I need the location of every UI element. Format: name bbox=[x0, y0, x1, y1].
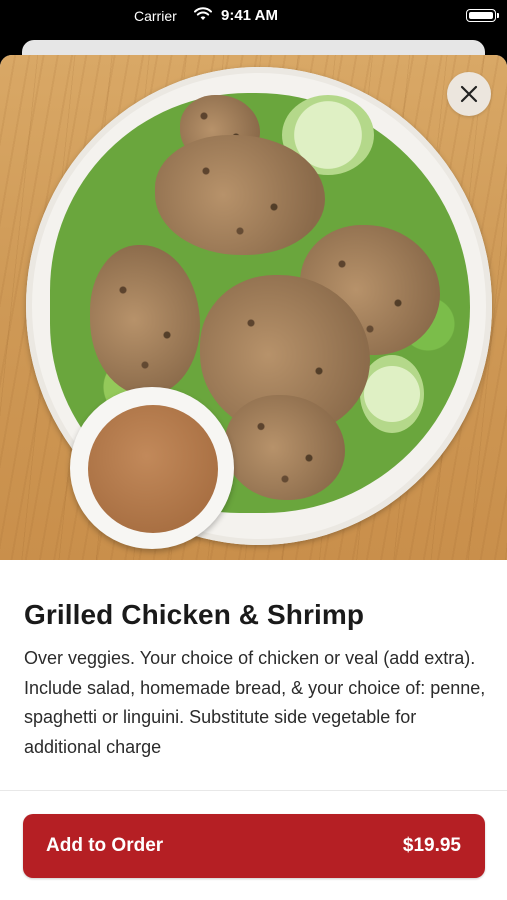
item-detail-sheet: Grilled Chicken & Shrimp Over veggies. Y… bbox=[0, 55, 507, 900]
battery-icon bbox=[466, 9, 496, 22]
order-footer: Add to Order $19.95 bbox=[0, 790, 507, 900]
item-title: Grilled Chicken & Shrimp bbox=[24, 599, 365, 630]
carrier-label: Carrier bbox=[134, 8, 177, 24]
item-description: Over veggies. Your choice of chicken or … bbox=[24, 648, 486, 757]
clock-time: 9:41 AM bbox=[221, 7, 278, 24]
dressing bbox=[88, 405, 218, 533]
add-to-order-button[interactable]: Add to Order $19.95 bbox=[23, 814, 485, 878]
battery-nub bbox=[497, 13, 499, 18]
wifi-icon bbox=[194, 7, 212, 20]
status-bar: Carrier 9:41 AM bbox=[0, 0, 507, 34]
add-to-order-label: Add to Order bbox=[46, 835, 164, 856]
item-photo bbox=[0, 55, 507, 560]
close-icon bbox=[460, 85, 478, 103]
item-price: $19.95 bbox=[402, 835, 461, 856]
close-button[interactable] bbox=[447, 72, 491, 116]
